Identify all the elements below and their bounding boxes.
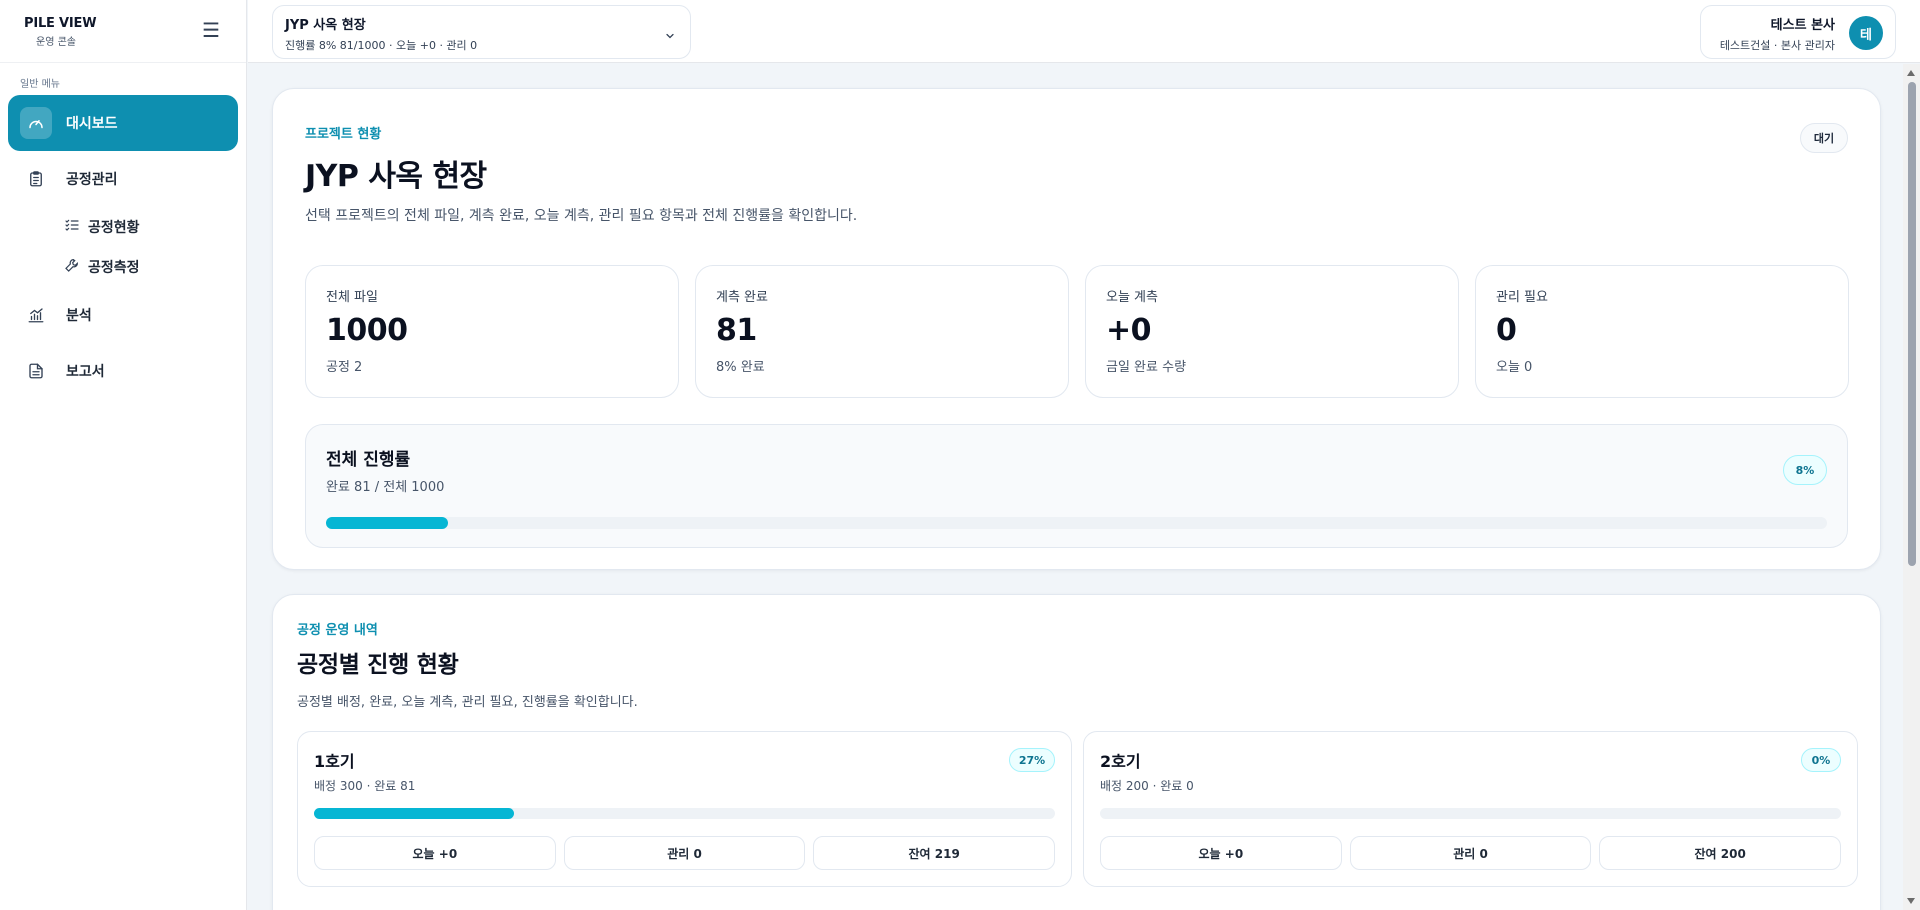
remaining-button[interactable]: 잔여 200	[1599, 836, 1842, 870]
stat-sub: 오늘 0	[1496, 360, 1533, 375]
sidebar-item-label: 분석	[66, 308, 92, 324]
main-content: 프로젝트 현황 JYP 사옥 현장 선택 프로젝트의 전체 파일, 계측 완료,…	[248, 64, 1920, 910]
menu-caption: 일반 메뉴	[20, 79, 60, 90]
progress-sub: 완료 81 / 전체 1000	[326, 480, 445, 495]
process-eyebrow: 공정 운영 내역	[297, 623, 378, 638]
main-scrollbar[interactable]	[1903, 64, 1920, 910]
sidebar-item-process-management[interactable]: 공정관리	[8, 151, 238, 207]
stat-sub: 공정 2	[326, 360, 363, 375]
stat-value: +0	[1106, 313, 1152, 348]
project-overview-card: 프로젝트 현황 JYP 사옥 현장 선택 프로젝트의 전체 파일, 계측 완료,…	[272, 88, 1881, 570]
process-progress-bar	[1100, 808, 1841, 819]
manage-button[interactable]: 관리 0	[1349, 836, 1592, 870]
today-button[interactable]: 오늘 +0	[314, 836, 556, 870]
brand-title: PILE VIEW	[24, 16, 97, 31]
stat-value: 0	[1496, 313, 1517, 348]
status-badge: 대기	[1800, 123, 1848, 153]
stat-card-needs-attention: 관리 필요 0 오늘 0	[1475, 265, 1849, 398]
stat-sub: 8% 완료	[716, 360, 765, 375]
sidebar-item-analysis[interactable]: 분석	[8, 287, 238, 343]
clipboard-icon	[20, 163, 52, 195]
remaining-button[interactable]: 잔여 219	[813, 836, 1056, 870]
stat-label: 전체 파일	[326, 290, 378, 305]
scroll-down-icon[interactable]	[1907, 898, 1915, 904]
stat-card-today: 오늘 계측 +0 금일 완료 수량	[1085, 265, 1459, 398]
stat-card-total-files: 전체 파일 1000 공정 2	[305, 265, 679, 398]
brand-subtitle: 운영 콘솔	[36, 37, 76, 48]
process-card-2: 2호기 배정 200 · 완료 0 0% 오늘 +0 관리 0 잔여 200	[1083, 731, 1858, 887]
sidebar-subitem-label: 공정현황	[88, 220, 140, 236]
process-section-title: 공정별 진행 현황	[297, 652, 459, 678]
sidebar-item-report[interactable]: 보고서	[8, 343, 238, 399]
sidebar-item-label: 공정관리	[66, 172, 118, 188]
sidebar-subitem-process-measurement[interactable]: 공정측정	[0, 247, 246, 287]
process-summary: 배정 200 · 완료 0	[1100, 779, 1194, 793]
scroll-thumb[interactable]	[1908, 82, 1916, 566]
process-status-card: 공정 운영 내역 공정별 진행 현황 공정별 배정, 완료, 오늘 계측, 관리…	[272, 594, 1881, 910]
sidebar-item-label: 대시보드	[66, 116, 118, 132]
overview-eyebrow: 프로젝트 현황	[305, 127, 382, 142]
project-selector-title: JYP 사옥 현장	[285, 18, 366, 33]
sidebar-item-label: 보고서	[66, 364, 105, 380]
progress-percent-badge: 8%	[1783, 455, 1827, 485]
process-actions: 오늘 +0 관리 0 잔여 219	[314, 836, 1056, 870]
stat-label: 관리 필요	[1496, 290, 1548, 305]
stat-sub: 금일 완료 수량	[1106, 360, 1187, 375]
today-button[interactable]: 오늘 +0	[1100, 836, 1342, 870]
overall-progress-fill	[326, 517, 448, 529]
progress-title: 전체 진행률	[326, 450, 411, 470]
process-actions: 오늘 +0 관리 0 잔여 200	[1100, 836, 1842, 870]
user-role: 테스트건설 · 본사 관리자	[1719, 39, 1835, 52]
stat-label: 계측 완료	[716, 290, 768, 305]
user-name: 테스트 본사	[1770, 18, 1835, 33]
stat-label: 오늘 계측	[1106, 290, 1158, 305]
wrench-icon	[64, 257, 80, 277]
sidebar-subitem-label: 공정측정	[88, 260, 140, 276]
gauge-icon	[20, 107, 52, 139]
process-name: 1호기	[314, 752, 355, 771]
topbar: JYP 사옥 현장 진행률 8% 81/1000 · 오늘 +0 · 관리 0 …	[248, 0, 1920, 63]
manage-button[interactable]: 관리 0	[563, 836, 806, 870]
hamburger-menu-icon[interactable]: ☰	[202, 20, 220, 40]
sidebar-subitem-process-status[interactable]: 공정현황	[0, 207, 246, 247]
checklist-icon	[64, 217, 80, 237]
avatar: 테	[1849, 16, 1883, 50]
overall-progress-panel: 전체 진행률 완료 81 / 전체 1000 8%	[305, 424, 1848, 548]
process-description: 공정별 배정, 완료, 오늘 계측, 관리 필요, 진행률을 확인합니다.	[297, 695, 638, 710]
page-title: JYP 사옥 현장	[305, 159, 487, 194]
project-selector[interactable]: JYP 사옥 현장 진행률 8% 81/1000 · 오늘 +0 · 관리 0	[272, 5, 691, 59]
sidebar: PILE VIEW 운영 콘솔 ☰ 일반 메뉴 대시보드 공정관리 공정현황 공…	[0, 0, 247, 910]
stat-value: 81	[716, 313, 757, 348]
process-name: 2호기	[1100, 752, 1141, 771]
chevron-down-icon	[664, 27, 676, 46]
overview-description: 선택 프로젝트의 전체 파일, 계측 완료, 오늘 계측, 관리 필요 항목과 …	[305, 208, 858, 224]
user-menu[interactable]: 테스트 본사 테스트건설 · 본사 관리자 테	[1700, 5, 1896, 59]
process-progress-bar	[314, 808, 1055, 819]
process-card-1: 1호기 배정 300 · 완료 81 27% 오늘 +0 관리 0 잔여 219	[297, 731, 1072, 887]
project-selector-summary: 진행률 8% 81/1000 · 오늘 +0 · 관리 0	[285, 39, 478, 52]
scroll-up-icon[interactable]	[1907, 70, 1915, 76]
overall-progress-bar	[326, 517, 1827, 529]
stat-card-measured: 계측 완료 81 8% 완료	[695, 265, 1069, 398]
process-progress-fill	[314, 808, 515, 819]
process-percent-badge: 0%	[1801, 748, 1841, 772]
process-percent-badge: 27%	[1009, 748, 1055, 772]
brand: PILE VIEW 운영 콘솔 ☰	[0, 0, 246, 63]
document-icon	[20, 355, 52, 387]
sidebar-item-dashboard[interactable]: 대시보드	[8, 95, 238, 151]
process-summary: 배정 300 · 완료 81	[314, 779, 416, 793]
chart-icon	[20, 299, 52, 331]
stat-value: 1000	[326, 313, 408, 348]
